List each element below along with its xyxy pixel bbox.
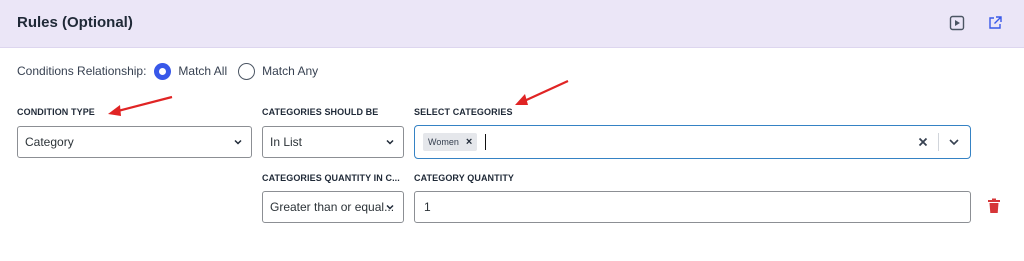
categories-should-be-select[interactable]: In List bbox=[262, 126, 404, 158]
chevron-down-icon bbox=[386, 204, 394, 210]
text-caret bbox=[485, 134, 486, 150]
relationship-label: Conditions Relationship: bbox=[17, 64, 147, 78]
quantity-operator-select[interactable]: Greater than or equal... bbox=[262, 191, 404, 223]
radio-checked-icon[interactable] bbox=[154, 62, 172, 80]
category-tag: Women × bbox=[423, 133, 478, 151]
external-link-icon[interactable] bbox=[985, 13, 1005, 33]
condition-type-select[interactable]: Category bbox=[17, 126, 252, 158]
radio-unchecked-icon[interactable] bbox=[238, 62, 256, 80]
chevron-down-icon bbox=[234, 139, 242, 145]
select-categories-input[interactable]: Women × bbox=[414, 125, 971, 159]
chevron-down-icon[interactable] bbox=[947, 135, 961, 149]
condition-type-value: Category bbox=[25, 135, 74, 149]
tag-remove-icon[interactable]: × bbox=[466, 136, 472, 148]
categories-should-be-value: In List bbox=[270, 135, 303, 149]
chevron-down-icon bbox=[386, 139, 394, 145]
radio-match-any[interactable]: Match Any bbox=[238, 62, 319, 80]
conditions-relationship: Conditions Relationship: Match All Match… bbox=[17, 60, 329, 82]
condition-type-label: CONDITION TYPE bbox=[17, 107, 95, 117]
radio-match-any-label: Match Any bbox=[262, 64, 319, 78]
category-quantity-value: 1 bbox=[424, 200, 431, 214]
quantity-operator-value: Greater than or equal... bbox=[270, 200, 395, 214]
trash-icon[interactable] bbox=[987, 198, 1001, 214]
rules-panel-header: Rules (Optional) bbox=[0, 0, 1024, 48]
select-categories-label: SELECT CATEGORIES bbox=[414, 107, 513, 117]
annotation-arrow-icon bbox=[515, 79, 569, 105]
category-quantity-label: CATEGORY QUANTITY bbox=[414, 173, 515, 183]
multiselect-separator bbox=[938, 133, 939, 151]
annotation-arrow-icon bbox=[108, 95, 173, 116]
quantity-in-label: CATEGORIES QUANTITY IN C... bbox=[262, 173, 400, 183]
radio-match-all[interactable]: Match All bbox=[154, 62, 228, 80]
radio-match-all-label: Match All bbox=[178, 64, 228, 78]
panel-title: Rules (Optional) bbox=[17, 14, 133, 31]
category-tag-label: Women bbox=[428, 137, 459, 147]
categories-should-be-label: CATEGORIES SHOULD BE bbox=[262, 107, 379, 117]
clear-selection-icon[interactable] bbox=[915, 133, 931, 151]
category-quantity-input[interactable]: 1 bbox=[414, 191, 971, 223]
play-icon[interactable] bbox=[947, 13, 967, 33]
